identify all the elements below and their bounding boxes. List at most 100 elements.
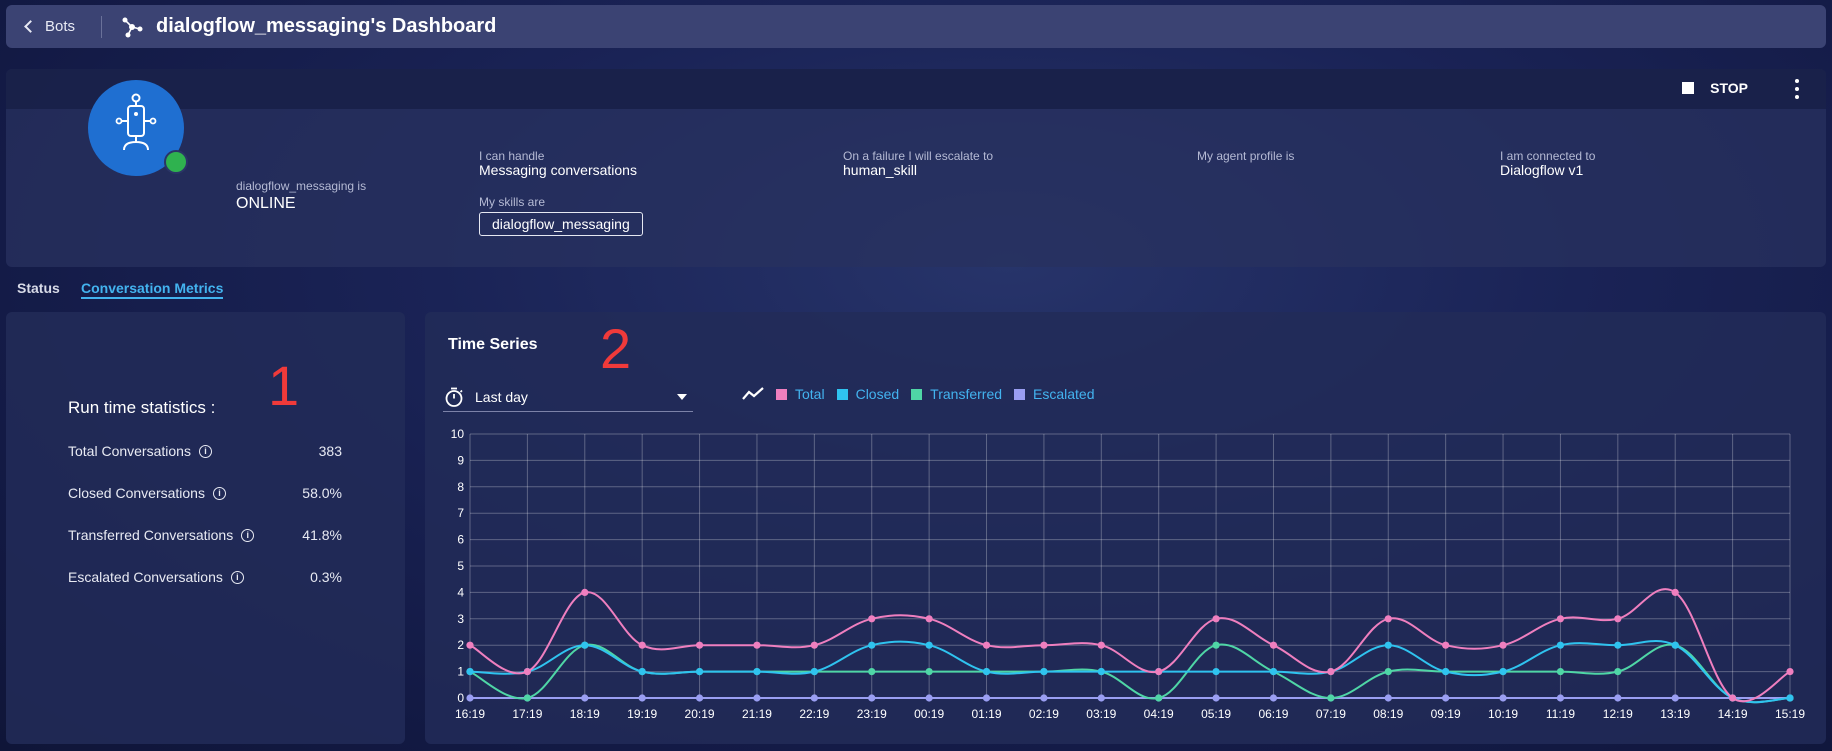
line-chart-icon[interactable] xyxy=(742,386,764,402)
data-point-total xyxy=(1097,641,1105,649)
skill-chip[interactable]: dialogflow_messaging xyxy=(479,212,643,236)
legend-item-total[interactable]: Total xyxy=(776,386,825,402)
stat-row-closed: Closed Conversations i 58.0% xyxy=(68,485,342,501)
x-tick-label: 05:19 xyxy=(1201,707,1231,721)
legend-item-closed[interactable]: Closed xyxy=(836,386,900,402)
x-tick-label: 11:19 xyxy=(1546,707,1575,721)
data-point-closed xyxy=(695,668,704,676)
y-tick-label: 2 xyxy=(457,638,464,652)
stat-value: 41.8% xyxy=(302,527,342,543)
stat-value: 383 xyxy=(318,443,342,459)
info-icon[interactable]: i xyxy=(198,444,212,458)
info-icon[interactable]: i xyxy=(241,528,255,542)
status-value: ONLINE xyxy=(236,195,296,212)
data-point-total xyxy=(868,615,876,623)
data-point-escalated xyxy=(1269,694,1278,702)
data-point-closed xyxy=(1097,668,1105,676)
x-tick-label: 15:19 xyxy=(1775,707,1805,721)
data-point-escalated xyxy=(581,694,589,702)
back-to-bots-button[interactable]: Bots xyxy=(24,18,75,35)
x-tick-label: 22:19 xyxy=(799,707,829,721)
tab-status[interactable]: Status xyxy=(17,280,60,296)
data-point-total xyxy=(1729,694,1737,702)
x-tick-label: 16:19 xyxy=(455,707,485,721)
data-point-escalated xyxy=(466,694,474,702)
y-tick-label: 8 xyxy=(457,480,464,494)
time-range-select[interactable]: Last day xyxy=(443,382,693,412)
annotation-1: 1 xyxy=(268,354,300,417)
divider xyxy=(101,15,103,38)
y-tick-label: 7 xyxy=(457,506,464,520)
stat-value: 0.3% xyxy=(310,569,342,585)
card-header: STOP xyxy=(6,69,1826,109)
data-point-total xyxy=(1614,615,1622,623)
x-tick-label: 09:19 xyxy=(1431,707,1461,721)
data-point-transferred xyxy=(868,668,876,676)
x-tick-label: 04:19 xyxy=(1144,707,1174,721)
data-point-closed xyxy=(466,668,474,676)
info-icon[interactable]: i xyxy=(212,486,226,500)
data-point-total xyxy=(695,641,704,649)
data-point-transferred xyxy=(1155,694,1163,702)
data-point-transferred xyxy=(1384,668,1392,676)
page-title: dialogflow_messaging's Dashboard xyxy=(156,15,497,37)
time-series-chart: 0 1 2 3 4 5 6 7 8 9 10 16:19 17:19 18:19 19:19 20:19 21:… xyxy=(451,427,1806,721)
agent-profile-label: My agent profile is xyxy=(1197,149,1295,163)
data-point-total xyxy=(810,641,818,649)
legend-swatch xyxy=(911,388,923,400)
x-tick-label: 17:19 xyxy=(512,707,542,721)
chevron-left-icon xyxy=(24,20,37,33)
x-tick-label: 03:19 xyxy=(1086,707,1116,721)
data-point-closed xyxy=(1556,641,1565,649)
data-point-transferred xyxy=(925,668,933,676)
legend-item-escalated[interactable]: Escalated xyxy=(1014,386,1095,402)
x-tick-label: 10:19 xyxy=(1488,707,1518,721)
legend-item-transferred[interactable]: Transferred xyxy=(911,386,1002,402)
stop-icon xyxy=(1682,82,1695,94)
data-point-total xyxy=(982,641,991,649)
data-point-escalated xyxy=(925,694,933,702)
dropdown-caret-icon xyxy=(677,393,687,400)
stats-title: Run time statistics : xyxy=(68,398,216,417)
data-point-escalated xyxy=(868,694,876,702)
data-point-total xyxy=(638,641,646,649)
y-tick-label: 10 xyxy=(451,427,465,441)
y-tick-label: 4 xyxy=(457,585,464,599)
data-point-total xyxy=(1384,615,1392,623)
data-point-total xyxy=(1212,615,1220,623)
data-point-transferred xyxy=(523,694,531,702)
stat-row-escalated: Escalated Conversations i 0.3% xyxy=(68,569,342,585)
handle-label: I can handle xyxy=(479,149,545,163)
data-point-total xyxy=(753,641,761,649)
x-tick-label: 13:19 xyxy=(1660,707,1690,721)
x-tick-label: 01:19 xyxy=(972,707,1002,721)
data-point-closed xyxy=(1384,641,1392,649)
data-point-closed xyxy=(868,641,876,649)
top-bar: Bots dialogflow_messaging's Dashboard xyxy=(6,5,1826,48)
connected-value: Dialogflow v1 xyxy=(1500,162,1584,178)
legend-label: Closed xyxy=(855,386,900,402)
data-point-escalated xyxy=(1614,694,1622,702)
stop-button[interactable]: STOP xyxy=(1682,80,1748,96)
data-point-transferred xyxy=(1212,641,1220,649)
data-point-closed xyxy=(1212,668,1220,676)
x-tick-label: 20:19 xyxy=(685,707,715,721)
time-series-title: Time Series xyxy=(448,336,538,353)
data-point-escalated xyxy=(1442,694,1450,702)
data-point-total xyxy=(1040,641,1048,649)
stat-label: Total Conversations xyxy=(68,443,191,459)
escalate-value: human_skill xyxy=(843,162,917,178)
x-tick-label: 00:19 xyxy=(914,707,944,721)
data-point-total xyxy=(1327,668,1335,676)
x-tick-label: 06:19 xyxy=(1258,707,1288,721)
stat-label: Transferred Conversations xyxy=(68,527,234,543)
legend-label: Transferred xyxy=(930,386,1003,402)
more-menu-icon[interactable] xyxy=(1794,79,1800,99)
data-point-closed xyxy=(1786,694,1794,702)
info-icon[interactable]: i xyxy=(230,570,244,584)
y-tick-label: 3 xyxy=(457,612,464,626)
data-point-escalated xyxy=(982,694,991,702)
data-point-escalated xyxy=(1499,694,1507,702)
tab-conversation-metrics[interactable]: Conversation Metrics xyxy=(81,280,224,299)
data-point-total xyxy=(1155,668,1163,676)
